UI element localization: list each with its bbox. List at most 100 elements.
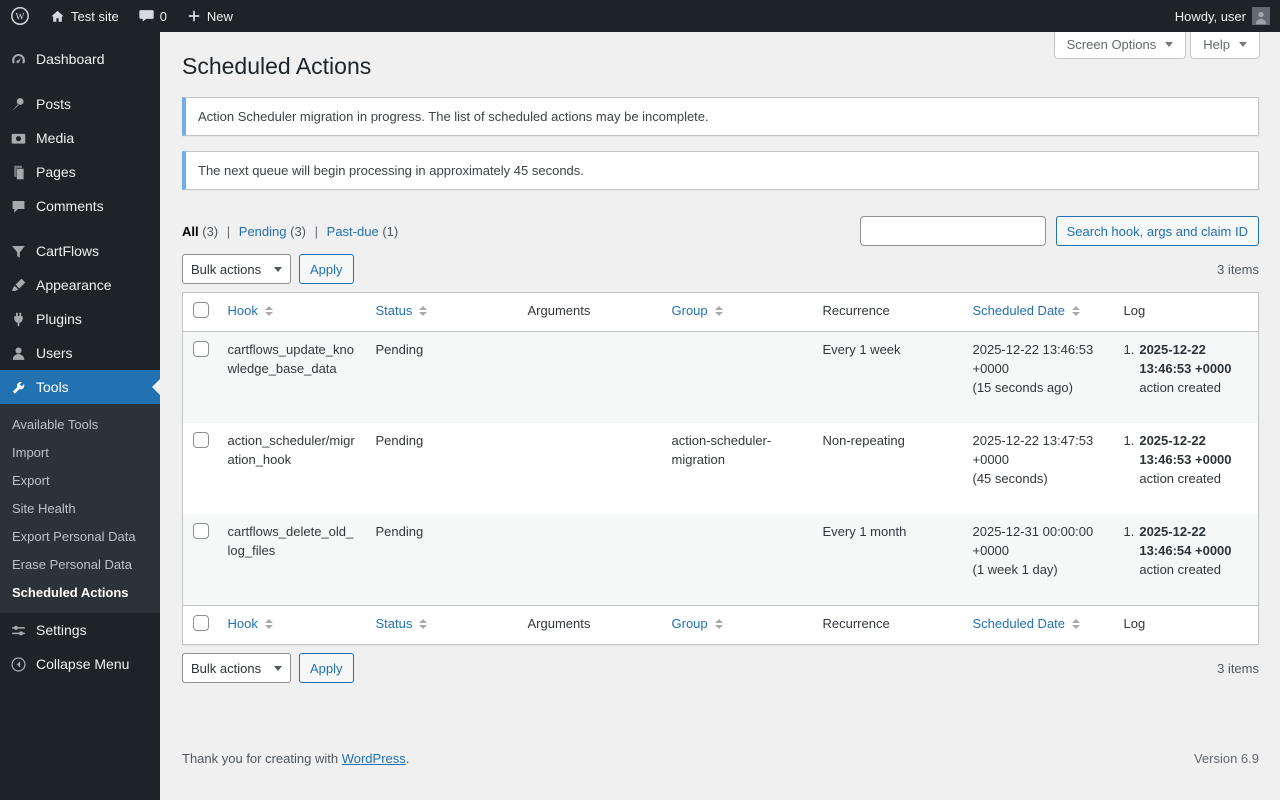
search-box: Search hook, args and claim ID <box>859 216 1259 246</box>
comments-count: 0 <box>159 8 167 24</box>
sort-scheduled-date-header[interactable]: Scheduled Date <box>973 301 1081 320</box>
apply-button[interactable]: Apply <box>299 254 354 284</box>
select-all-checkbox[interactable] <box>193 615 209 631</box>
footer-thanks: Thank you for creating with WordPress. <box>182 751 410 766</box>
menu-separator <box>0 223 160 234</box>
comment-bubble-icon <box>139 9 154 23</box>
sidebar-item-label: Dashboard <box>36 51 105 67</box>
camera-icon <box>8 128 28 148</box>
filter-separator: | <box>226 223 231 239</box>
plugin-icon <box>8 309 28 329</box>
sort-status-footer[interactable]: Status <box>376 614 428 633</box>
menu-separator <box>0 76 160 87</box>
apply-button[interactable]: Apply <box>299 653 354 683</box>
sort-icon <box>1072 618 1081 629</box>
items-count: 3 items <box>1217 261 1259 277</box>
sort-group-header[interactable]: Group <box>672 301 723 320</box>
wrench-icon <box>8 377 28 397</box>
row-checkbox[interactable] <box>193 523 209 539</box>
sidebar-item-tools[interactable]: Tools <box>0 370 160 404</box>
status-cell: Pending <box>375 524 424 539</box>
search-input[interactable] <box>859 216 1046 246</box>
sort-icon <box>1072 305 1081 316</box>
collapse-arrow-icon <box>8 654 28 674</box>
bulk-actions-select[interactable]: Bulk actions <box>182 254 291 284</box>
table-row: cartflows_delete_old_log_files Pending E… <box>182 514 1259 606</box>
sidebar-item-label: Pages <box>36 164 76 180</box>
admin-footer: Thank you for creating with WordPress. V… <box>160 691 1280 776</box>
filter-pending[interactable]: Pending <box>239 224 287 239</box>
submenu-item-export-personal-data[interactable]: Export Personal Data <box>0 523 160 551</box>
sidebar-item-label: Users <box>36 345 73 361</box>
log-cell: 1. 2025-12-22 13:46:53 +0000 action create… <box>1123 433 1232 486</box>
items-count: 3 items <box>1217 660 1259 676</box>
wordpress-logo-menu[interactable]: W <box>0 0 40 32</box>
my-account-menu[interactable]: Howdy, user <box>1165 0 1280 32</box>
sort-group-footer[interactable]: Group <box>672 614 723 633</box>
pin-icon <box>8 94 28 114</box>
sidebar-item-dashboard[interactable]: Dashboard <box>0 42 160 76</box>
filter-past-due-count: (1) <box>382 223 399 239</box>
submenu-item-erase-personal-data[interactable]: Erase Personal Data <box>0 551 160 579</box>
log-cell: 1. 2025-12-22 13:46:54 +0000 action create… <box>1123 524 1232 577</box>
scheduled-date-cell: 2025-12-22 13:47:53 +0000 (45 seconds) <box>972 433 1094 486</box>
tablenav-top: Bulk actions Apply 3 items <box>182 254 1259 284</box>
admin-bar-left: W Test site 0 New <box>0 0 243 32</box>
site-name-menu[interactable]: Test site <box>40 0 129 32</box>
log-header: Log <box>1113 292 1259 332</box>
admin-bar-right: Howdy, user <box>1165 0 1280 32</box>
comments-menu[interactable]: 0 <box>129 0 177 32</box>
filter-all[interactable]: All <box>182 224 199 239</box>
sidebar-item-appearance[interactable]: Appearance <box>0 268 160 302</box>
sort-hook-footer[interactable]: Hook <box>228 614 273 633</box>
sidebar-item-label: Plugins <box>36 311 82 327</box>
table-row: action_scheduler/migration_hook Pending … <box>183 423 1259 514</box>
scheduled-date-cell: 2025-12-31 00:00:00 +0000 (1 week 1 day) <box>972 524 1094 577</box>
filter-all-count: (3) <box>202 223 219 239</box>
row-checkbox[interactable] <box>193 341 209 357</box>
submenu-item-import[interactable]: Import <box>0 439 160 467</box>
screen-options-toggle[interactable]: Screen Options <box>1053 32 1187 59</box>
sidebar-item-pages[interactable]: Pages <box>0 155 160 189</box>
chevron-down-icon <box>1165 42 1174 47</box>
footer-version: Version 6.9 <box>1193 751 1259 766</box>
sidebar-item-plugins[interactable]: Plugins <box>0 302 160 336</box>
arguments-header: Arguments <box>517 292 662 332</box>
collapse-menu-button[interactable]: Collapse Menu <box>0 647 160 681</box>
sort-status-header[interactable]: Status <box>376 301 428 320</box>
bulk-actions-select[interactable]: Bulk actions <box>182 653 291 683</box>
tools-submenu: Available Tools Import Export Site Healt… <box>0 404 160 613</box>
search-button[interactable]: Search hook, args and claim ID <box>1055 216 1259 246</box>
sort-icon <box>714 305 723 316</box>
sort-hook-header[interactable]: Hook <box>228 301 273 320</box>
group-cell <box>662 332 813 424</box>
filter-pending-count: (3) <box>290 223 307 239</box>
sort-scheduled-date-footer[interactable]: Scheduled Date <box>973 614 1081 633</box>
sidebar-item-users[interactable]: Users <box>0 336 160 370</box>
row-checkbox[interactable] <box>193 432 209 448</box>
sidebar-item-label: Media <box>36 130 75 146</box>
sidebar-item-label: Settings <box>36 622 87 638</box>
select-all-checkbox[interactable] <box>193 302 209 318</box>
new-content-menu[interactable]: New <box>177 0 243 32</box>
sidebar-item-label: Appearance <box>36 277 112 293</box>
comment-icon <box>8 196 28 216</box>
sidebar-item-settings[interactable]: Settings <box>0 613 160 647</box>
submenu-item-site-health[interactable]: Site Health <box>0 495 160 523</box>
sidebar-item-comments[interactable]: Comments <box>0 189 160 223</box>
scheduled-actions-table: Hook Status Arguments Group Recurrence S… <box>182 292 1259 645</box>
recurrence-cell: Every 1 month <box>822 524 907 539</box>
sidebar-item-cartflows[interactable]: CartFlows <box>0 234 160 268</box>
sidebar-item-label: Comments <box>36 198 104 214</box>
submenu-item-scheduled-actions[interactable]: Scheduled Actions <box>0 579 160 607</box>
arguments-cell <box>518 332 662 424</box>
wordpress-link[interactable]: WordPress <box>342 751 406 766</box>
group-cell <box>662 514 813 606</box>
submenu-item-available-tools[interactable]: Available Tools <box>0 411 160 439</box>
sort-icon <box>264 618 273 629</box>
sidebar-item-posts[interactable]: Posts <box>0 87 160 121</box>
filter-past-due[interactable]: Past-due <box>327 224 379 239</box>
submenu-item-export[interactable]: Export <box>0 467 160 495</box>
help-toggle[interactable]: Help <box>1190 32 1260 59</box>
sidebar-item-media[interactable]: Media <box>0 121 160 155</box>
